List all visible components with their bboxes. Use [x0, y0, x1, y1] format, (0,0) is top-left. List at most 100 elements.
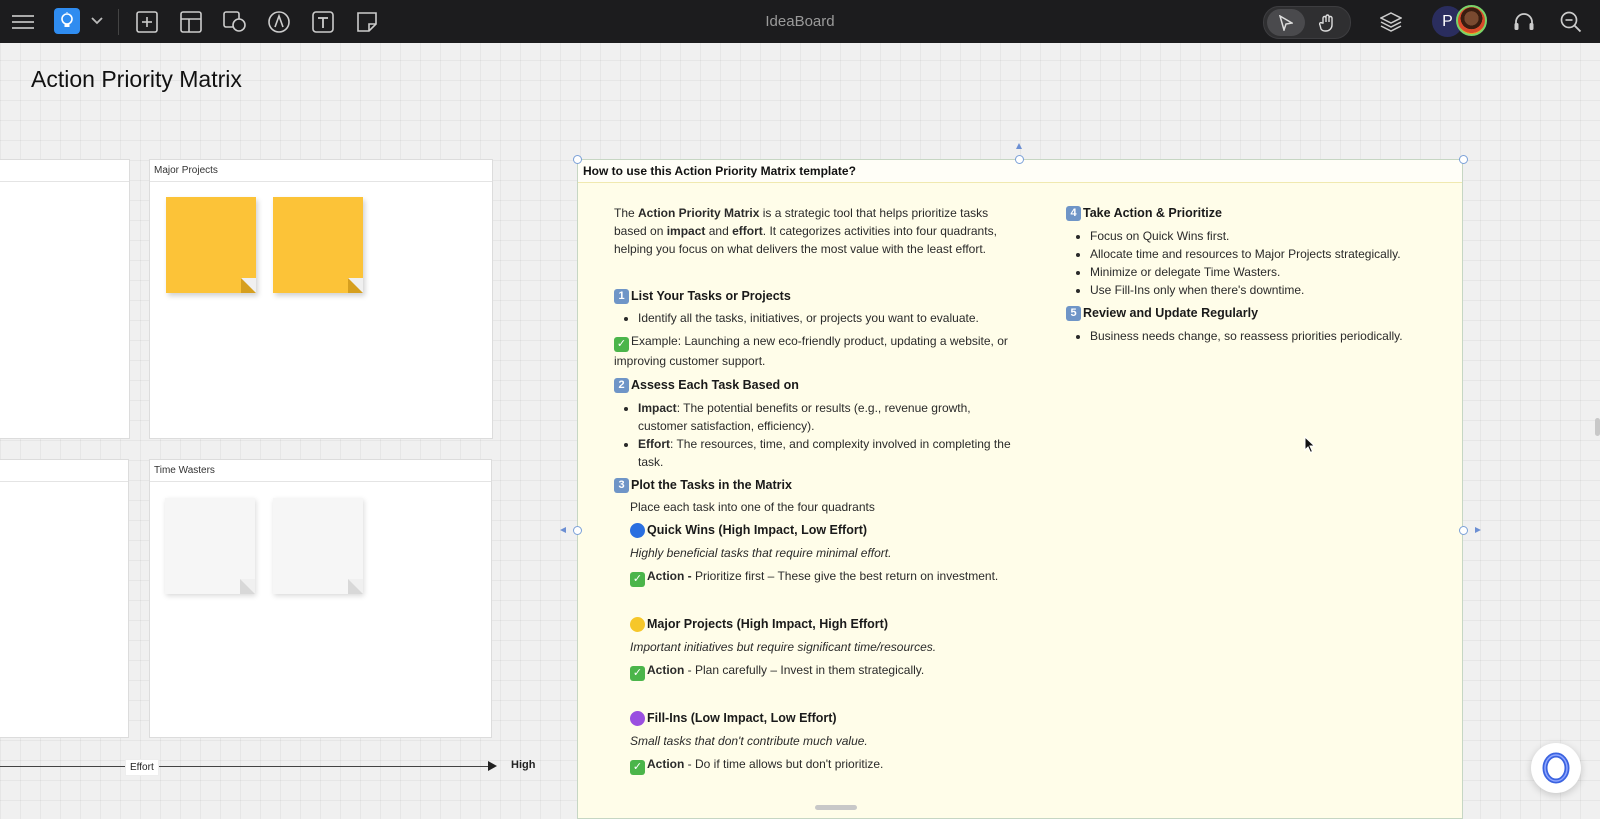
keycap-two-icon: 2: [614, 377, 629, 393]
sticky-note-icon[interactable]: [354, 9, 380, 35]
quick-wins-description: Highly beneficial tasks that require min…: [630, 546, 892, 560]
fill-ins-heading: Fill-Ins (Low Impact, Low Effort): [630, 709, 1019, 727]
list-item: Focus on Quick Wins first.: [1090, 227, 1426, 245]
check-mark-icon: ✓: [630, 666, 645, 681]
step-title: List Your Tasks or Projects: [631, 289, 791, 303]
sticky-note[interactable]: [165, 498, 255, 594]
keycap-five-icon: 5: [1066, 305, 1081, 321]
blue-circle-icon: [630, 522, 645, 538]
select-pointer-icon[interactable]: [1267, 9, 1305, 36]
keycap-four-icon: 4: [1066, 205, 1081, 221]
horizontal-scrollbar[interactable]: [815, 805, 857, 810]
list-item: Identify all the tasks, initiatives, or …: [638, 309, 1019, 327]
impact-label: Impact: [638, 401, 677, 415]
vertical-scrollbar[interactable]: [1595, 418, 1600, 436]
card-left-column: The Action Priority Matrix is a strategi…: [614, 204, 1019, 775]
intro-bold: impact: [666, 224, 706, 238]
intro-paragraph: The Action Priority Matrix is a strategi…: [614, 204, 1019, 258]
intro-text: The: [614, 206, 639, 220]
step-4-heading: 4 Take Action & Prioritize: [1066, 204, 1426, 222]
layers-icon[interactable]: [1378, 9, 1404, 35]
step-title: Take Action & Prioritize: [1083, 206, 1222, 220]
menu-icon[interactable]: [10, 9, 36, 35]
step-3-heading: 3 Plot the Tasks in the Matrix: [614, 476, 1019, 494]
quick-wins-heading: Quick Wins (High Impact, Low Effort): [630, 521, 1019, 539]
step-3-subtitle: Place each task into one of the four qua…: [630, 500, 875, 514]
action-label: Action: [647, 663, 685, 677]
quadrant-header: [0, 460, 128, 482]
major-projects-description: Important initiatives but require signif…: [630, 640, 937, 654]
text-tool-icon[interactable]: [310, 9, 336, 35]
resize-handle[interactable]: [1459, 155, 1468, 164]
resize-handle[interactable]: [573, 155, 582, 164]
example-text: Example: Launching a new eco-friendly pr…: [614, 334, 1008, 368]
mouse-cursor-icon: [1304, 435, 1316, 459]
major-projects-heading: Major Projects (High Impact, High Effort…: [630, 615, 1019, 633]
quadrant-fill-ins[interactable]: [0, 459, 129, 738]
list-item: Business needs change, so reassess prior…: [1090, 327, 1426, 345]
quadrant-header: [0, 160, 129, 182]
step-2-list: Impact: The potential benefits or result…: [614, 399, 1019, 471]
card-right-column: 4Take Action & Prioritize Focus on Quick…: [1066, 204, 1426, 345]
sticky-note[interactable]: [166, 197, 256, 293]
yellow-circle-icon: [630, 616, 645, 632]
major-projects-action: ✓ Action - Plan carefully – Invest in the…: [630, 661, 1019, 681]
intro-bold: Action Priority Matrix: [638, 206, 760, 220]
sticky-note[interactable]: [273, 498, 363, 594]
action-text: - Do if time allows but don't prioritize…: [684, 757, 884, 771]
step-5-heading: 5 Review and Update Regularly: [1066, 304, 1426, 322]
fill-ins-action: ✓ Action - Do if time allows but don't pr…: [630, 755, 1019, 775]
list-item: Impact: The potential benefits or result…: [638, 399, 1019, 435]
hand-pan-icon[interactable]: [1308, 9, 1346, 36]
action-label: Action -: [647, 569, 695, 583]
resize-arrow-icon[interactable]: [560, 527, 566, 533]
pen-draw-icon[interactable]: [266, 9, 292, 35]
layout-template-icon[interactable]: [178, 9, 204, 35]
fill-ins-description: Small tasks that don't contribute much v…: [630, 734, 868, 748]
step-1-heading: 1 List Your Tasks or Projects: [614, 287, 1019, 305]
sticky-note[interactable]: [273, 197, 363, 293]
effort-axis-line: [0, 766, 490, 767]
list-item: Effort: The resources, time, and complex…: [638, 435, 1019, 471]
check-mark-icon: ✓: [630, 572, 645, 587]
collaborator-avatar[interactable]: [1456, 5, 1487, 36]
quadrant-title: Major Projects: [150, 160, 492, 182]
keycap-three-icon: 3: [614, 477, 629, 493]
zoom-icon[interactable]: [1558, 9, 1584, 35]
top-toolbar: IdeaBoard P: [0, 0, 1600, 43]
effort-high-label: High: [511, 759, 536, 771]
shapes-media-icon[interactable]: [222, 9, 248, 35]
assistant-logo-icon: [1542, 752, 1570, 784]
list-item: Use Fill-Ins only when there's downtime.: [1090, 281, 1426, 299]
effort-text: : The resources, time, and complexity in…: [638, 437, 1011, 469]
list-item: Allocate time and resources to Major Pro…: [1090, 245, 1426, 263]
chevron-down-icon[interactable]: [88, 12, 106, 30]
resize-arrow-icon[interactable]: [1475, 527, 1481, 533]
headset-icon[interactable]: [1511, 9, 1537, 35]
resize-handle[interactable]: [573, 526, 582, 535]
step-1-example: ✓ Example: Launching a new eco-friendly p…: [614, 332, 1019, 370]
effort-label: Effort: [638, 437, 670, 451]
purple-circle-icon: [630, 710, 645, 726]
check-mark-icon: ✓: [630, 760, 645, 775]
intro-bold: effort: [732, 224, 763, 238]
step-5-list: Business needs change, so reassess prior…: [1066, 327, 1426, 345]
step-2-heading: 2 Assess Each Task Based on: [614, 376, 1019, 394]
axis-arrow-icon: [488, 761, 497, 771]
instructions-card[interactable]: How to use this Action Priority Matrix t…: [577, 159, 1463, 819]
board-title[interactable]: Action Priority Matrix: [31, 66, 242, 93]
quadrant-name: Major Projects (High Impact, High Effort…: [647, 617, 888, 631]
quadrant-quick-wins[interactable]: [0, 159, 130, 439]
check-mark-icon: ✓: [614, 337, 629, 352]
resize-handle[interactable]: [1459, 526, 1468, 535]
resize-handle[interactable]: [1015, 155, 1024, 164]
interaction-mode-toggle: [1263, 6, 1351, 39]
idea-bulb-icon[interactable]: [54, 8, 80, 34]
step-title: Plot the Tasks in the Matrix: [631, 478, 792, 492]
action-text: Prioritize first – These give the best r…: [695, 569, 999, 583]
impact-text: : The potential benefits or results (e.g…: [638, 401, 971, 433]
add-frame-icon[interactable]: [134, 9, 160, 35]
resize-arrow-icon[interactable]: [1016, 143, 1022, 149]
assistant-chat-button[interactable]: [1531, 743, 1581, 793]
keycap-one-icon: 1: [614, 288, 629, 304]
